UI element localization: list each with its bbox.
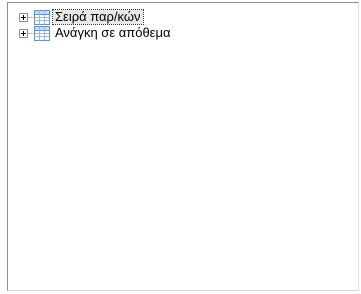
- tree-node-series[interactable]: Σειρά παρ/κών: [19, 9, 144, 25]
- expand-icon[interactable]: [19, 28, 28, 38]
- tree-view[interactable]: Σειρά παρ/κών Ανάγκη σε απόθεμα: [7, 2, 359, 291]
- tree-node-stock-need[interactable]: Ανάγκη σε απόθεμα: [19, 25, 172, 41]
- tree-node-label[interactable]: Σειρά παρ/κών: [52, 9, 144, 25]
- table-icon: [34, 9, 50, 25]
- expand-icon[interactable]: [19, 12, 28, 22]
- table-icon: [34, 25, 50, 41]
- tree-node-label[interactable]: Ανάγκη σε απόθεμα: [53, 26, 172, 40]
